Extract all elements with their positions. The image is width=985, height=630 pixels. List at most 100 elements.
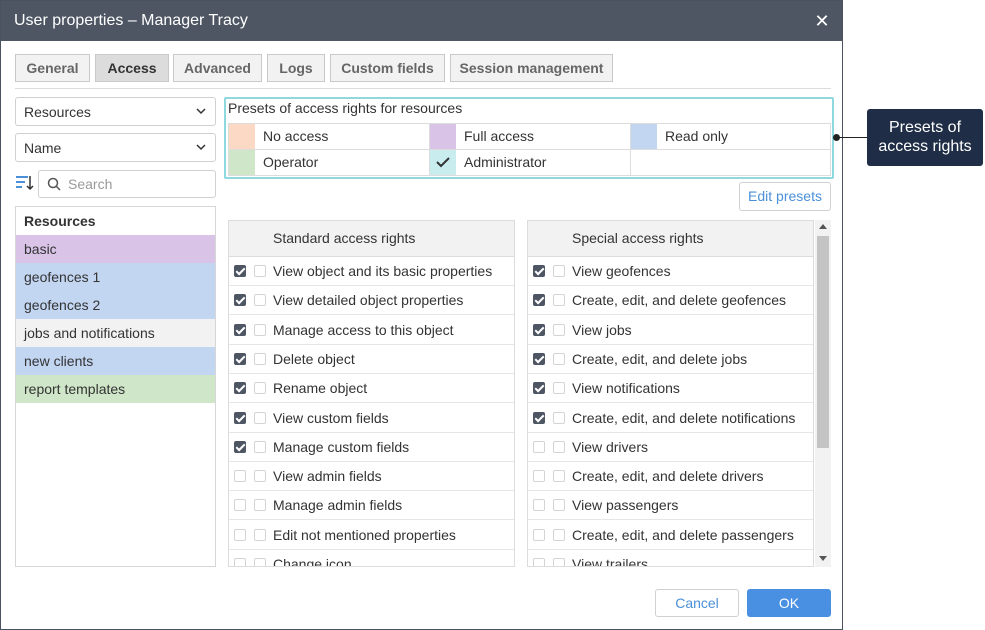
standard-right-row[interactable]: Edit not mentioned properties <box>229 521 514 550</box>
standard-rights-header: Standard access rights <box>229 221 514 257</box>
checkbox[interactable] <box>254 558 266 566</box>
checkbox[interactable] <box>553 470 565 483</box>
checkbox[interactable] <box>234 352 246 365</box>
standard-right-row[interactable]: Manage custom fields <box>229 433 514 462</box>
checkbox[interactable] <box>254 411 266 424</box>
checkbox[interactable] <box>553 440 565 453</box>
checkbox[interactable] <box>254 294 266 307</box>
special-right-row[interactable]: Create, edit, and delete passengers <box>528 521 813 550</box>
list-item[interactable]: report templates <box>16 375 215 403</box>
tab-custom-fields[interactable]: Custom fields <box>330 54 445 82</box>
scroll-thumb[interactable] <box>817 236 829 448</box>
checkbox[interactable] <box>234 411 246 424</box>
cancel-button[interactable]: Cancel <box>655 589 739 617</box>
checkbox[interactable] <box>234 558 246 566</box>
standard-right-row[interactable]: Rename object <box>229 374 514 404</box>
checkbox[interactable] <box>553 294 565 307</box>
checkbox[interactable] <box>533 558 545 566</box>
standard-right-row[interactable]: Manage access to this object <box>229 316 514 345</box>
checkbox[interactable] <box>234 528 246 541</box>
checkbox[interactable] <box>234 499 246 512</box>
special-right-row[interactable]: View jobs <box>528 316 813 345</box>
checkbox[interactable] <box>234 323 246 336</box>
standard-right-row[interactable]: View object and its basic properties <box>229 257 514 286</box>
checkbox[interactable] <box>234 265 246 277</box>
resource-type-select[interactable]: Resources <box>15 97 216 126</box>
checkbox[interactable] <box>234 440 246 453</box>
checkbox[interactable] <box>553 265 565 277</box>
standard-right-row-label: Delete object <box>273 350 355 367</box>
list-item[interactable]: jobs and notifications <box>16 319 215 347</box>
checkbox[interactable] <box>234 294 246 307</box>
checkbox[interactable] <box>533 528 545 541</box>
tab-access[interactable]: Access <box>95 54 169 82</box>
checkbox[interactable] <box>533 440 545 453</box>
search-input[interactable]: Search <box>38 170 216 198</box>
checkbox[interactable] <box>234 470 246 483</box>
sort-field-select[interactable]: Name <box>15 133 216 162</box>
checkbox[interactable] <box>553 411 565 424</box>
checkbox[interactable] <box>533 352 545 365</box>
special-right-row[interactable]: Create, edit, and delete geofences <box>528 286 813 316</box>
checkbox[interactable] <box>234 382 246 395</box>
standard-right-row[interactable]: Manage admin fields <box>229 491 514 521</box>
callout-pointer-line <box>833 137 867 138</box>
preset-full-access[interactable]: Full access <box>430 124 631 150</box>
checkbox[interactable] <box>553 558 565 566</box>
checkbox[interactable] <box>533 265 545 277</box>
special-right-row[interactable]: Create, edit, and delete notifications <box>528 404 813 433</box>
checkbox[interactable] <box>254 528 266 541</box>
standard-right-row[interactable]: View admin fields <box>229 462 514 492</box>
scroll-down-icon[interactable] <box>819 556 827 561</box>
preset-operator[interactable]: Operator <box>229 150 430 176</box>
checkbox[interactable] <box>553 352 565 365</box>
checkbox[interactable] <box>553 323 565 336</box>
preset-administrator[interactable]: Administrator <box>430 150 631 176</box>
list-item[interactable]: basic <box>16 235 215 263</box>
checkbox[interactable] <box>533 294 545 307</box>
checkbox[interactable] <box>254 440 266 453</box>
edit-presets-button[interactable]: Edit presets <box>739 182 831 211</box>
checkbox[interactable] <box>254 323 266 336</box>
ok-button[interactable]: OK <box>747 589 831 617</box>
preset-read-only[interactable]: Read only <box>631 124 830 150</box>
tab-session-management[interactable]: Session management <box>450 54 613 82</box>
checkbox[interactable] <box>533 499 545 512</box>
close-icon[interactable]: ✕ <box>812 11 832 31</box>
checkbox[interactable] <box>254 499 266 512</box>
checkbox[interactable] <box>533 382 545 395</box>
special-right-row[interactable]: View trailers <box>528 550 813 566</box>
sort-order-icon[interactable] <box>15 173 35 193</box>
standard-rights-panel: Standard access rights View object and i… <box>228 220 515 567</box>
special-right-row[interactable]: View geofences <box>528 257 813 286</box>
scroll-up-icon[interactable] <box>819 224 827 229</box>
checkbox[interactable] <box>533 323 545 336</box>
standard-right-row[interactable]: View detailed object properties <box>229 286 514 316</box>
checkbox[interactable] <box>553 528 565 541</box>
tab-logs[interactable]: Logs <box>267 54 325 82</box>
standard-rights-title: Standard access rights <box>273 230 416 246</box>
standard-right-row[interactable]: Delete object <box>229 345 514 374</box>
special-right-row[interactable]: Create, edit, and delete jobs <box>528 345 813 374</box>
special-right-row[interactable]: View passengers <box>528 491 813 521</box>
standard-right-row[interactable]: View custom fields <box>229 404 514 433</box>
list-item[interactable]: geofences 2 <box>16 291 215 319</box>
special-right-row[interactable]: Create, edit, and delete drivers <box>528 462 813 492</box>
list-item[interactable]: geofences 1 <box>16 263 215 291</box>
checkbox[interactable] <box>553 382 565 395</box>
checkbox[interactable] <box>533 470 545 483</box>
tab-advanced[interactable]: Advanced <box>173 54 262 82</box>
checkbox[interactable] <box>533 411 545 424</box>
rights-scrollbar[interactable] <box>815 220 831 567</box>
tab-general[interactable]: General <box>15 54 90 82</box>
special-right-row[interactable]: View notifications <box>528 374 813 404</box>
list-item[interactable]: new clients <box>16 347 215 375</box>
checkbox[interactable] <box>254 352 266 365</box>
checkbox[interactable] <box>254 265 266 277</box>
special-right-row[interactable]: View drivers <box>528 433 813 462</box>
checkbox[interactable] <box>254 470 266 483</box>
checkbox[interactable] <box>553 499 565 512</box>
preset-no-access[interactable]: No access <box>229 124 430 150</box>
checkbox[interactable] <box>254 382 266 395</box>
standard-right-row[interactable]: Change icon <box>229 550 514 566</box>
